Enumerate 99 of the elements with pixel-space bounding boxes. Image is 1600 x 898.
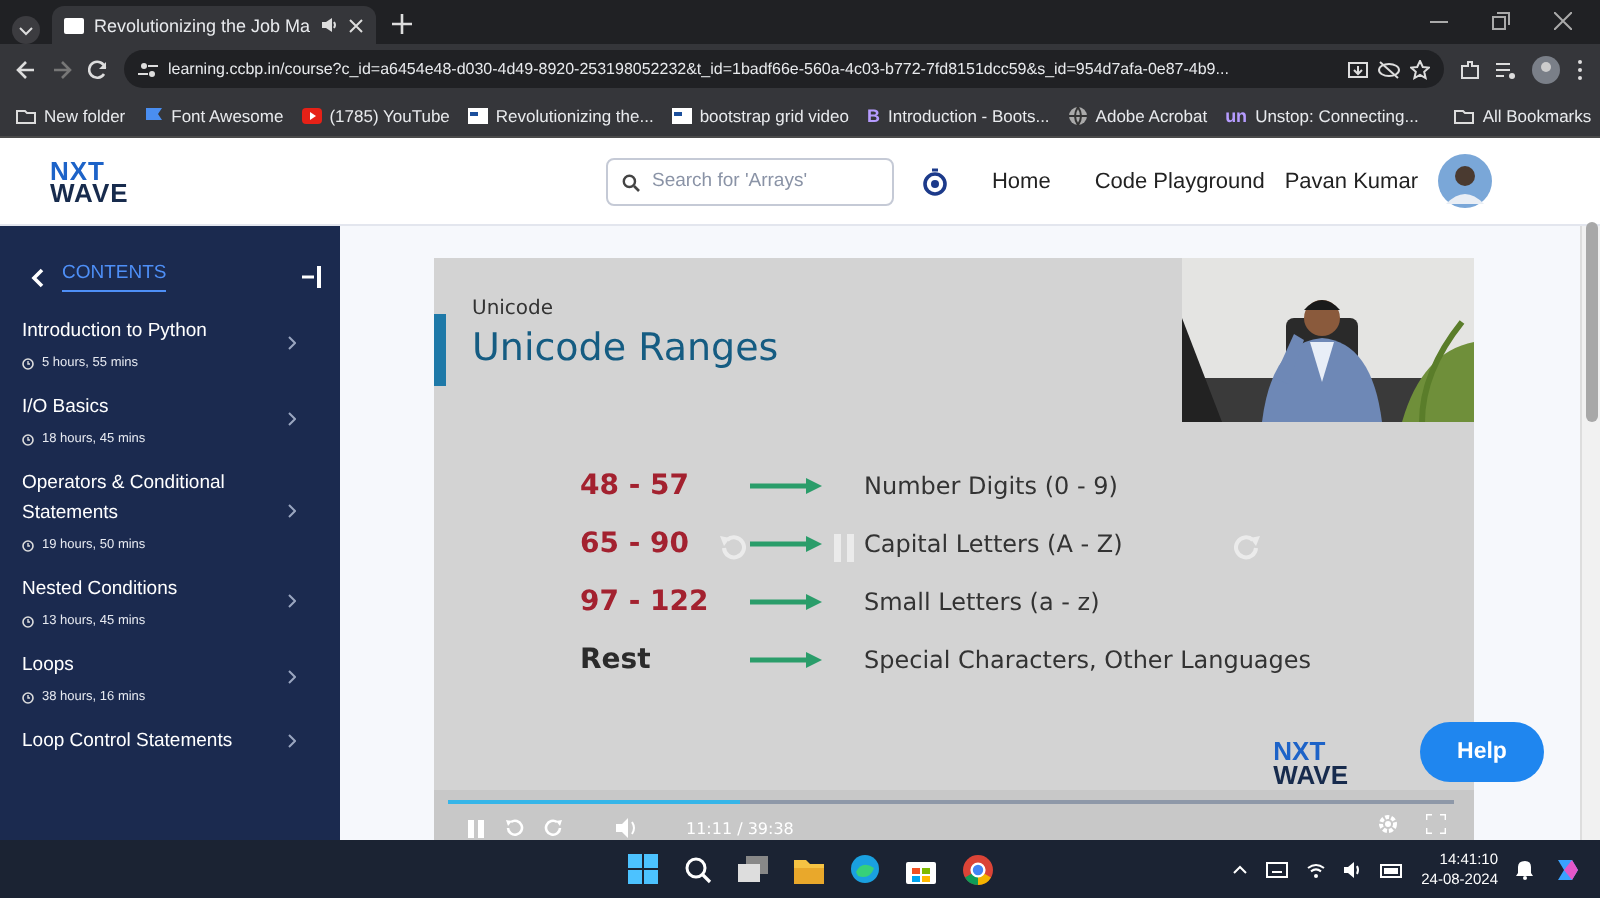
clock-icon [22, 433, 34, 445]
speaker-icon[interactable] [320, 16, 339, 34]
slide-section: Unicode [472, 298, 779, 320]
bookmark-link[interactable]: bootstrap grid video [699, 105, 849, 125]
scrollbar-thumb[interactable] [1585, 222, 1597, 422]
logo-text: NXT [1273, 740, 1328, 764]
wifi-icon[interactable] [1305, 861, 1326, 877]
chevron-icon [288, 670, 296, 684]
folder-icon [1454, 105, 1475, 125]
bookmark-link[interactable]: Revolutionizing the... [495, 105, 654, 125]
logo-text: WAVE [1273, 764, 1348, 788]
range-description: Number Digits (0 - 9) [864, 472, 1118, 500]
back-icon[interactable] [16, 59, 36, 79]
play-icon [301, 105, 322, 125]
battery-icon[interactable] [1379, 861, 1404, 877]
nav-link[interactable]: Code Playground [1094, 169, 1265, 193]
range-text: 48 - 57 [580, 470, 692, 502]
avatar-icon[interactable] [1438, 154, 1492, 208]
logo-text: NXT [50, 159, 105, 181]
tab-list-icon[interactable] [12, 16, 40, 44]
chevron-icon [288, 594, 296, 608]
bookmark-icon: B [867, 105, 880, 125]
contents-tab[interactable]: CONTENTS [62, 262, 167, 292]
folder-icon[interactable] [794, 855, 824, 883]
chevron-up-icon[interactable] [1231, 864, 1248, 874]
nxtwave-logo[interactable]: NXT WAVE [50, 159, 129, 203]
globe-icon [1067, 105, 1088, 125]
clock-icon [22, 357, 34, 369]
chrome-icon[interactable] [962, 853, 994, 885]
new-tab-icon[interactable] [392, 14, 413, 34]
clock-icon [22, 615, 34, 627]
keyboard-icon[interactable] [1265, 861, 1288, 877]
range-text: Rest [580, 644, 653, 676]
topic-title: Nested Conditions [22, 576, 180, 604]
clock-icon [22, 691, 34, 703]
bookmark-link[interactable]: New folder [44, 105, 126, 125]
reload-icon[interactable] [88, 59, 108, 79]
range-description: Special Characters, Other Languages [864, 646, 1312, 674]
notification-icon[interactable] [1516, 859, 1534, 879]
bookmark-icon: un [1225, 105, 1248, 125]
profile-icon[interactable] [1532, 55, 1560, 83]
browser-icon[interactable] [850, 854, 880, 884]
course-topic[interactable]: Loop Control Statements [22, 726, 340, 756]
clock-icon [22, 539, 34, 551]
topic-title: Introduction to Python [22, 318, 209, 346]
logo-text: WAVE [50, 181, 129, 203]
arrow-icon [750, 478, 824, 494]
forward-icon [52, 59, 72, 79]
favicon-icon [467, 105, 488, 125]
help-button[interactable]: Help [1420, 722, 1544, 782]
eye-slash-icon[interactable] [1378, 59, 1400, 79]
search-field[interactable]: Search for 'Arrays' [605, 157, 894, 205]
range-text: 65 - 90 [580, 528, 692, 560]
slide-title: Unicode Ranges [472, 326, 779, 370]
bookmark-link[interactable]: Adobe Acrobat [1095, 105, 1208, 125]
range-text: 97 - 122 [580, 586, 710, 618]
bookmark-link[interactable]: Unstop: Connecting... [1255, 105, 1419, 125]
range-description: Small Letters (a - z) [864, 588, 1100, 616]
volume-icon[interactable] [1343, 861, 1362, 877]
browser-tab[interactable]: Revolutionizing the Job Ma [52, 6, 377, 44]
topic-title: Operators & Conditional Statements [22, 470, 227, 528]
bookmark-link[interactable]: Introduction - Boots... [888, 105, 1050, 125]
url-text: learning.ccbp.in/course?c_id=a6454e48-d030-4d49-8920-253198052232&t_id=1badf66e-560a-4c03-b772-7fd8151dcc59&s_id=954d7afa-0e87-4b9... [168, 60, 1231, 78]
tab-title: Revolutionizing the Job Ma [94, 15, 311, 35]
address-bar[interactable]: learning.ccbp.in/course?c_id=a6454e48-d030-4d49-8920-253198052232&t_id=1badf66e-560a-4c03-b772-7fd8151dcc59&s_id=954d7afa-0e87-4b9... [124, 50, 1444, 88]
chevron-icon [288, 336, 296, 350]
media-icon[interactable] [1496, 59, 1516, 79]
arrow-icon [750, 652, 824, 668]
flag-icon [143, 105, 164, 125]
topic-title: I/O Basics [22, 394, 111, 422]
star-icon[interactable] [1410, 59, 1430, 79]
menu-icon[interactable] [1576, 57, 1584, 81]
chevron-icon [288, 734, 296, 748]
timer-icon[interactable] [921, 167, 948, 195]
topic-title: Loop Control Statements [22, 728, 235, 756]
collapse-icon[interactable] [302, 266, 322, 288]
bookmark-link[interactable]: Font Awesome [171, 105, 284, 125]
task-view-icon[interactable] [738, 855, 768, 883]
accent-bar [434, 314, 446, 386]
user-name[interactable]: Pavan Kumar [1284, 169, 1418, 193]
windows-icon[interactable] [628, 854, 658, 884]
chevron-icon [288, 503, 296, 517]
close-icon[interactable] [1554, 12, 1572, 30]
install-icon[interactable] [1348, 59, 1368, 79]
nav-link[interactable]: Home [991, 169, 1051, 193]
search-icon[interactable] [684, 855, 712, 883]
arrow-icon [750, 536, 824, 552]
folder-icon [16, 105, 36, 125]
favicon-icon [671, 105, 692, 125]
site-info-icon[interactable] [138, 59, 158, 79]
favicon-icon [64, 17, 84, 33]
range-description: Capital Letters (A - Z) [864, 530, 1123, 558]
arrow-icon [750, 594, 824, 610]
bookmark-link[interactable]: (1785) YouTube [329, 105, 450, 125]
topic-title: Loops [22, 652, 76, 680]
bookmark-link[interactable]: All Bookmarks [1482, 105, 1592, 125]
extensions-icon[interactable] [1460, 59, 1480, 79]
chevron-icon [288, 412, 296, 426]
restore-icon[interactable] [1492, 12, 1510, 30]
